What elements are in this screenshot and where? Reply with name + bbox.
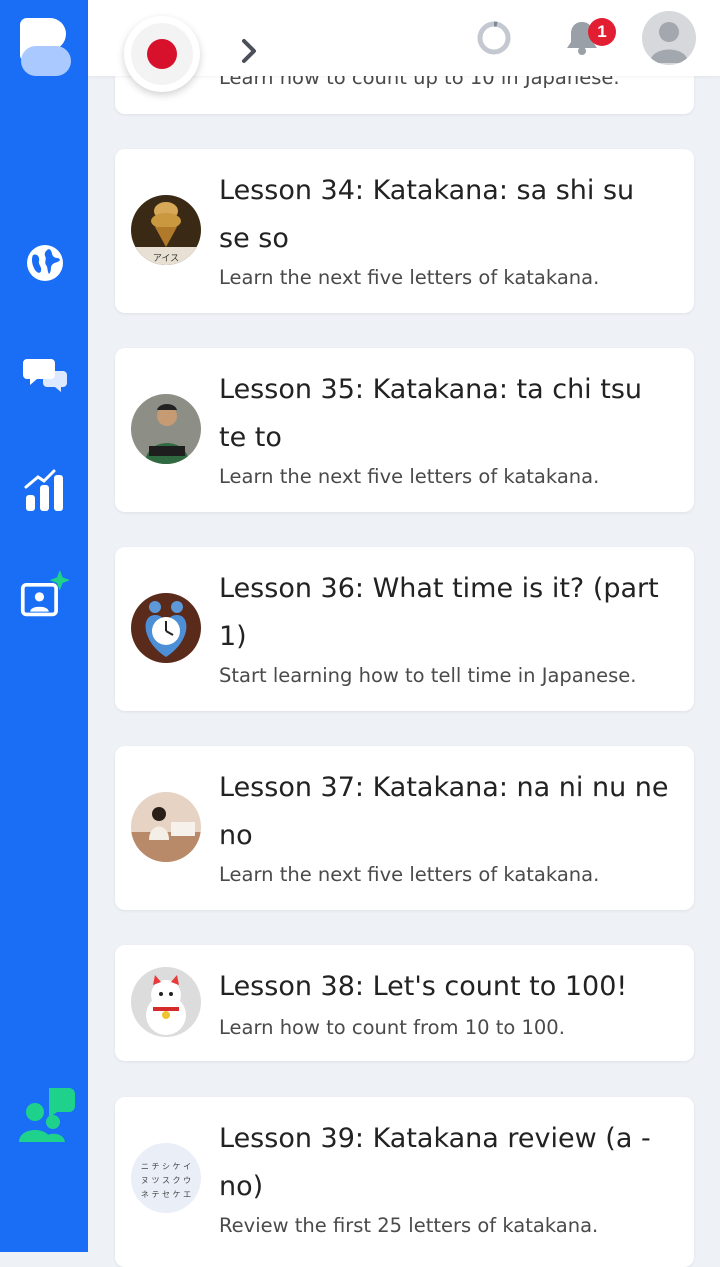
svg-text:アイス: アイス — [153, 254, 179, 264]
lesson-title: Lesson 36: What time is it? (part 1) — [219, 573, 659, 652]
svg-text:ニ チ シ ケ イ: ニ チ シ ケ イ — [141, 1162, 191, 1171]
lesson-card[interactable]: Lesson 35: Katakana: ta chi tsu te to Le… — [115, 348, 694, 512]
user-avatar[interactable] — [642, 11, 696, 65]
stats-chart-icon[interactable] — [20, 464, 70, 514]
lesson-title: Lesson 39: Katakana review (a - no) — [219, 1123, 651, 1202]
lesson-description: Learn the next five letters of katakana. — [219, 465, 600, 488]
lesson-description: Learn the next five letters of katakana. — [219, 266, 600, 289]
lesson-title: Lesson 35: Katakana: ta chi tsu te to — [219, 374, 643, 453]
lesson-thumbnail-ice-cream: アイス — [131, 195, 201, 265]
lesson-title: Lesson 38: Let's count to 100! — [219, 971, 628, 1002]
app-logo[interactable] — [20, 18, 72, 76]
lesson-title: Lesson 37: Katakana: na ni nu ne no — [219, 772, 669, 851]
lesson-thumbnail-lucky-cat — [131, 967, 201, 1037]
language-selector-button[interactable] — [124, 16, 200, 92]
lesson-card[interactable]: Lesson 37: Katakana: na ni nu ne no Lear… — [115, 746, 694, 910]
lesson-thumbnail-man — [131, 394, 201, 464]
notification-badge: 1 — [588, 18, 616, 46]
globe-icon[interactable] — [20, 238, 70, 288]
chevron-right-icon[interactable] — [236, 36, 262, 70]
community-icon[interactable] — [18, 1086, 76, 1144]
lesson-description: Start learning how to tell time in Japan… — [219, 664, 637, 687]
progress-ring-icon[interactable] — [476, 20, 512, 60]
lesson-card[interactable]: ニ チ シ ケ イ ヌ ツ ス ク ウ ネ テ セ ケ エ Lesson 39:… — [115, 1097, 694, 1267]
ai-tutor-icon[interactable] — [20, 570, 70, 620]
lesson-card[interactable]: Lesson 38: Let's count to 100! Learn how… — [115, 945, 694, 1061]
svg-text:ヌ ツ ス ク ウ: ヌ ツ ス ク ウ — [141, 1176, 191, 1185]
lesson-thumbnail-katakana-chart: ニ チ シ ケ イ ヌ ツ ス ク ウ ネ テ セ ケ エ — [131, 1143, 201, 1213]
svg-text:ネ テ セ ケ エ: ネ テ セ ケ エ — [141, 1190, 191, 1199]
lesson-description: Review the first 25 letters of katakana. — [219, 1214, 599, 1237]
chat-bubbles-icon[interactable] — [20, 350, 70, 400]
lesson-card[interactable]: アイス Lesson 34: Katakana: sa shi su se so… — [115, 149, 694, 313]
lesson-description: Learn the next five letters of katakana. — [219, 863, 600, 886]
lesson-title: Lesson 34: Katakana: sa shi su se so — [219, 175, 635, 254]
lesson-card[interactable]: Lesson 36: What time is it? (part 1) Sta… — [115, 547, 694, 711]
lesson-description: Learn how to count from 10 to 100. — [219, 1016, 565, 1039]
sidebar — [0, 0, 88, 1252]
japan-flag-icon — [131, 23, 193, 85]
lesson-thumbnail-room — [131, 792, 201, 862]
lesson-thumbnail-clock — [131, 593, 201, 663]
